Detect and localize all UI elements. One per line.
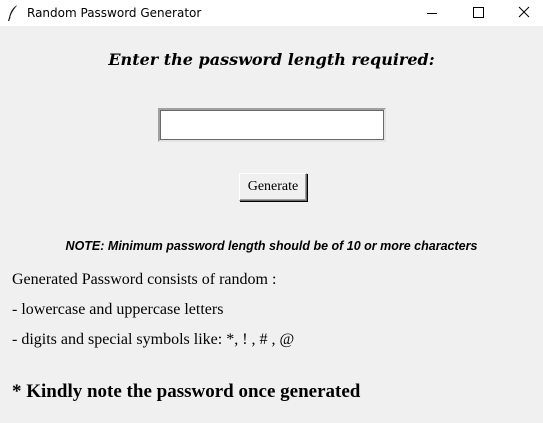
title-bar[interactable]: Random Password Generator [0, 0, 543, 26]
note-password-reminder: * Kindly note the password once generate… [12, 381, 361, 402]
generate-button[interactable]: Generate [239, 173, 307, 201]
password-length-input[interactable] [158, 108, 386, 142]
maximize-icon [473, 7, 484, 18]
feather-icon [7, 4, 19, 22]
password-composition-intro: Generated Password consists of random : [12, 271, 277, 288]
close-button[interactable] [501, 0, 543, 26]
minimize-icon [427, 13, 437, 14]
length-prompt-heading: Enter the password length required: [108, 50, 435, 69]
minimum-length-note: NOTE: Minimum password length should be … [65, 239, 478, 253]
close-icon [518, 6, 530, 18]
window-title: Random Password Generator [27, 6, 202, 20]
maximize-button[interactable] [455, 0, 501, 26]
composition-digits-symbols: - digits and special symbols like: *, ! … [12, 331, 295, 348]
composition-letters: - lowercase and uppercase letters [12, 301, 224, 318]
minimize-button[interactable] [409, 0, 455, 26]
